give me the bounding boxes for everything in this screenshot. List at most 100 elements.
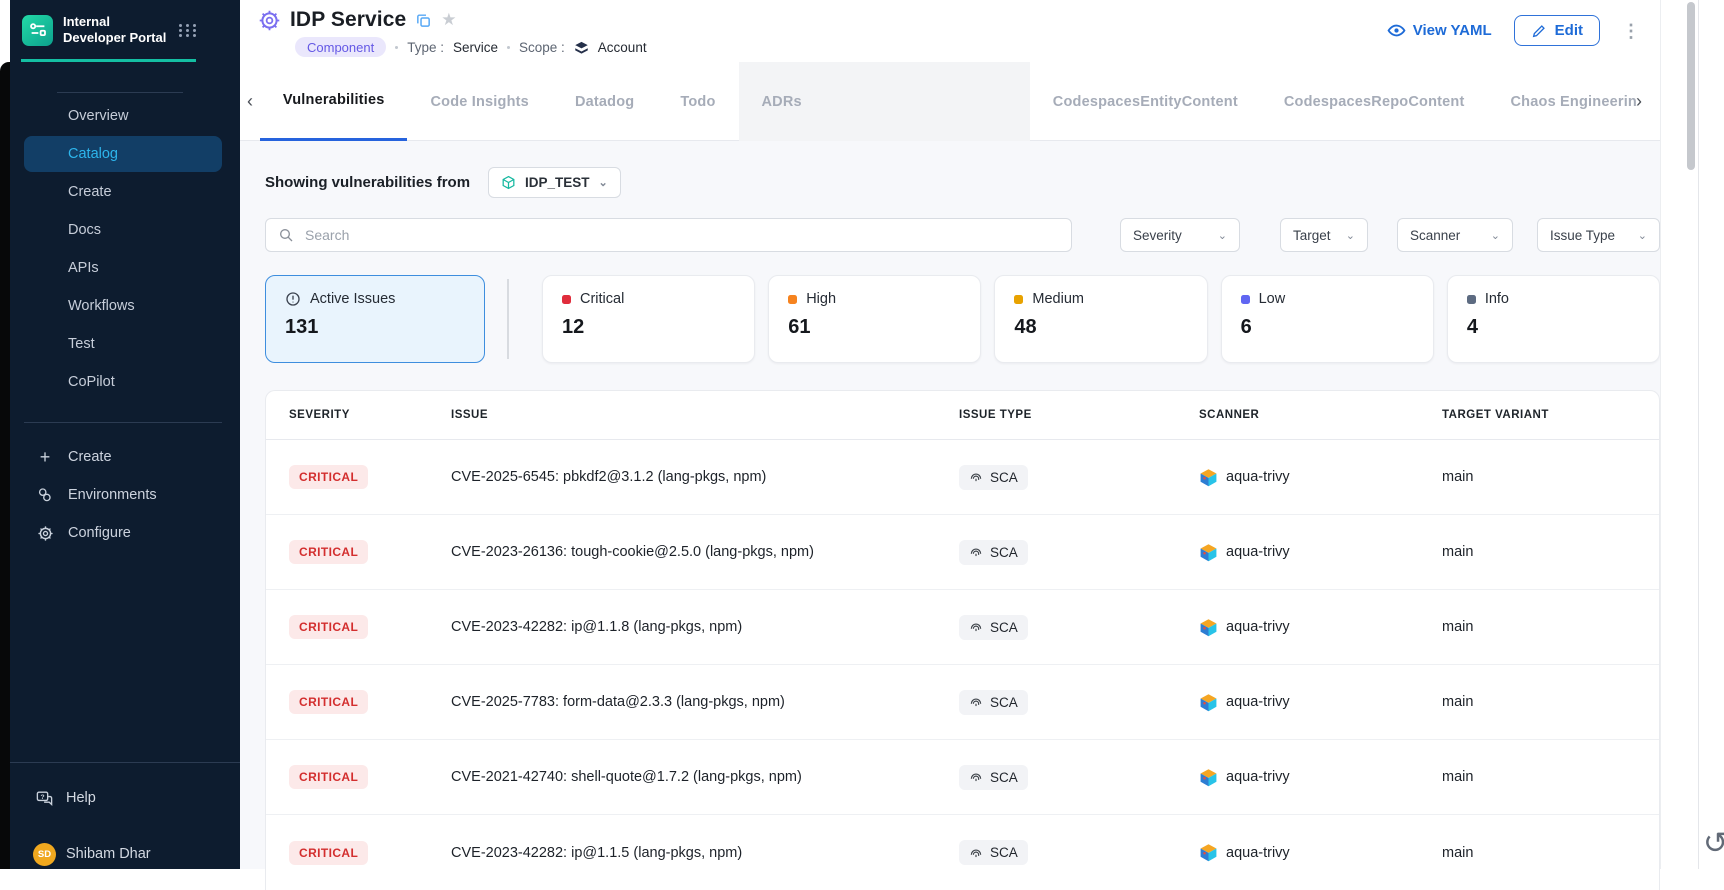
chevron-down-icon: ⌄: [1218, 229, 1227, 242]
sidebar-item-test[interactable]: Test: [0, 325, 240, 363]
tab-adrs[interactable]: ADRs: [739, 62, 1030, 141]
issue-type-label: SCA: [990, 845, 1018, 860]
alert-circle-icon: [285, 291, 301, 307]
issue-cell: CVE-2023-42282: ip@1.1.8 (lang-pkgs, npm…: [451, 619, 959, 635]
sidebar-divider: [24, 422, 222, 423]
copy-icon[interactable]: [415, 12, 432, 29]
stat-label: Medium: [1032, 291, 1084, 307]
fingerprint-icon: [969, 620, 983, 634]
filter-label: Severity: [1133, 228, 1182, 243]
sidebar-item-docs[interactable]: Docs: [0, 211, 240, 249]
view-yaml-label: View YAML: [1413, 22, 1492, 39]
sidebar-divider: [57, 92, 183, 93]
action-label: Create: [68, 449, 112, 465]
sidebar-item-overview[interactable]: Overview: [0, 97, 240, 135]
issue-cell: CVE-2025-6545: pbkdf2@3.1.2 (lang-pkgs, …: [451, 469, 959, 485]
sidebar-item-workflows[interactable]: Workflows: [0, 287, 240, 325]
showing-label: Showing vulnerabilities from: [265, 174, 470, 191]
right-gutter: ↺: [1660, 0, 1724, 869]
favorite-star-icon[interactable]: ★: [441, 10, 456, 30]
issue-type-chip: SCA: [959, 690, 1028, 715]
chevron-down-icon: ⌄: [1491, 229, 1500, 242]
active-issues-card[interactable]: Active Issues 131: [265, 275, 485, 363]
tab-codespacesentitycontent[interactable]: CodespacesEntityContent: [1030, 62, 1261, 141]
sidebar-item-catalog[interactable]: Catalog: [24, 136, 222, 172]
sidebar-item-create[interactable]: Create: [0, 173, 240, 211]
search-input[interactable]: [303, 226, 1059, 244]
stat-card-medium[interactable]: Medium48: [994, 275, 1207, 363]
issue-cell: CVE-2021-42740: shell-quote@1.7.2 (lang-…: [451, 769, 959, 785]
trivy-cube-icon: [1199, 693, 1218, 712]
filter-issue-type[interactable]: Issue Type⌄: [1537, 218, 1660, 252]
issue-type-chip: SCA: [959, 540, 1028, 565]
stat-label: Critical: [580, 291, 624, 307]
filter-scanner[interactable]: Scanner⌄: [1397, 218, 1513, 252]
sidebar-item-apis[interactable]: APIs: [0, 249, 240, 287]
filter-row: Severity⌄Target⌄Scanner⌄Issue Type⌄: [265, 218, 1660, 252]
edit-button[interactable]: Edit: [1514, 15, 1600, 46]
project-name: IDP_TEST: [525, 175, 590, 190]
stat-card-info[interactable]: Info4: [1447, 275, 1660, 363]
scanner-label: aqua-trivy: [1226, 694, 1290, 710]
pencil-icon: [1531, 23, 1547, 39]
column-header-severity: SEVERITY: [289, 409, 451, 421]
severity-badge: CRITICAL: [289, 540, 368, 564]
table-row[interactable]: CRITICALCVE-2025-7783: form-data@2.3.3 (…: [266, 665, 1659, 740]
user-menu[interactable]: SD Shibam Dhar: [0, 836, 240, 872]
filter-severity[interactable]: Severity ⌄: [1120, 218, 1240, 252]
sidebar-action-create[interactable]: +Create: [0, 438, 240, 476]
tab-codespacesrepocontent[interactable]: CodespacesRepoContent: [1261, 62, 1488, 141]
table-row[interactable]: CRITICALCVE-2023-26136: tough-cookie@2.5…: [266, 515, 1659, 590]
sidebar-item-help[interactable]: ? Help: [0, 780, 240, 816]
feedback-loop-icon[interactable]: ↺: [1703, 826, 1724, 861]
action-label: Environments: [68, 487, 157, 503]
table-row[interactable]: CRITICALCVE-2021-42740: shell-quote@1.7.…: [266, 740, 1659, 815]
help-label: Help: [66, 790, 96, 806]
tabs-scroll-left-icon[interactable]: ‹: [240, 62, 260, 140]
issue-type-chip: SCA: [959, 765, 1028, 790]
view-yaml-button[interactable]: View YAML: [1387, 21, 1492, 40]
tab-todo[interactable]: Todo: [657, 62, 738, 141]
project-cube-icon: [501, 175, 516, 190]
stat-card-critical[interactable]: Critical12: [542, 275, 755, 363]
kind-badge: Component: [295, 37, 386, 57]
sidebar-action-configure[interactable]: Configure: [0, 514, 240, 552]
scanner-label: aqua-trivy: [1226, 845, 1290, 861]
gear-icon: [36, 525, 54, 542]
column-header-target-variant: TARGET VARIANT: [1442, 409, 1659, 421]
table-row[interactable]: CRITICAL CVE-2025-6545: pbkdf2@3.1.2 (lan…: [266, 440, 1659, 515]
project-selector[interactable]: IDP_TEST ⌄: [488, 167, 621, 198]
stat-label: High: [806, 291, 836, 307]
stat-card-low[interactable]: Low6: [1221, 275, 1434, 363]
table-row[interactable]: CRITICALCVE-2023-42282: ip@1.1.5 (lang-p…: [266, 815, 1659, 890]
scanner-cell: aqua-trivy: [1199, 543, 1442, 562]
tab-datadog[interactable]: Datadog: [552, 62, 657, 141]
sidebar-action-environments[interactable]: Environments: [0, 476, 240, 514]
filter-label: Issue Type: [1550, 228, 1615, 243]
scanner-label: aqua-trivy: [1226, 469, 1290, 485]
issue-type-label: SCA: [990, 620, 1018, 635]
vertical-scrollbar[interactable]: [1687, 2, 1695, 170]
app-switcher-icon[interactable]: [179, 24, 198, 37]
tab-vulnerabilities[interactable]: Vulnerabilities: [260, 62, 408, 141]
sliders-logo-icon: [29, 21, 47, 39]
target-variant-cell: main: [1442, 469, 1659, 485]
dot-separator: [507, 46, 510, 49]
app-title: Internal Developer Portal: [63, 14, 169, 47]
more-options-kebab-icon[interactable]: ⋮: [1622, 22, 1640, 40]
tabs-scroll-right-icon[interactable]: ›: [1624, 62, 1654, 141]
eye-icon: [1387, 21, 1406, 40]
table-header-row: SEVERITYISSUEISSUE TYPESCANNERTARGET VAR…: [266, 391, 1659, 440]
panel-edge: [1698, 0, 1699, 869]
stat-card-high[interactable]: High61: [768, 275, 981, 363]
sidebar-divider: [0, 762, 240, 763]
table-row[interactable]: CRITICALCVE-2023-42282: ip@1.1.8 (lang-p…: [266, 590, 1659, 665]
scanner-cell: aqua-trivy: [1199, 618, 1442, 637]
filter-target[interactable]: Target⌄: [1280, 218, 1368, 252]
sidebar-actions: +Create Environments Configure: [0, 438, 240, 552]
stats-row: Active Issues 131 Critical12High61Medium…: [265, 275, 1660, 363]
issue-type-label: SCA: [990, 545, 1018, 560]
sidebar-item-copilot[interactable]: CoPilot: [0, 363, 240, 401]
severity-badge: CRITICAL: [289, 465, 368, 489]
tab-code-insights[interactable]: Code Insights: [407, 62, 551, 141]
